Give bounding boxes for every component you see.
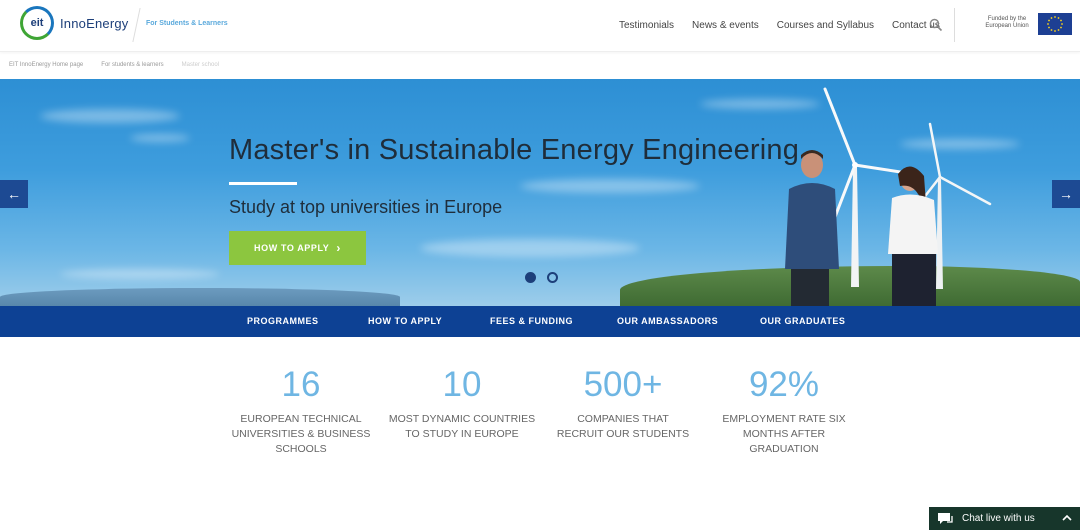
chat-label: Chat live with us (962, 513, 1035, 524)
header-divider (954, 8, 955, 42)
funded-by-eu-text: Funded by the European Union (980, 16, 1034, 30)
carousel-prev-button[interactable]: ← (0, 180, 28, 208)
search-icon[interactable] (929, 18, 943, 32)
cloud-shape (420, 239, 640, 257)
carousel-dot-2[interactable] (547, 272, 558, 283)
cloud-shape (520, 179, 700, 193)
logo-name: InnoEnergy (60, 15, 129, 31)
stat-universities: 16 EUROPEAN TECHNICAL UNIVERSITIES & BUS… (221, 364, 381, 457)
subnav-our-graduates[interactable]: OUR GRADUATES (760, 316, 845, 326)
site-header: eit InnoEnergy For Students & Learners T… (0, 0, 1080, 52)
cloud-shape (700, 99, 820, 109)
distant-hills (0, 288, 400, 306)
subnav-how-to-apply[interactable]: HOW TO APPLY (368, 316, 442, 326)
arrow-right-icon: → (1059, 186, 1073, 202)
logo-mark-text: eit (30, 17, 44, 29)
stat-companies: 500+ COMPANIES THAT RECRUIT OUR STUDENTS (543, 364, 703, 442)
logo-subtitle[interactable]: For Students & Learners (146, 20, 228, 27)
stat-label: COMPANIES THAT RECRUIT OUR STUDENTS (556, 413, 690, 440)
student-man-image (785, 150, 839, 306)
carousel-next-button[interactable]: → (1052, 180, 1080, 208)
arrow-left-icon: ← (7, 186, 21, 202)
breadcrumb-students[interactable]: For students & learners (101, 62, 163, 68)
subnav-fees-funding[interactable]: FEES & FUNDING (490, 316, 573, 326)
carousel-dot-1[interactable] (525, 272, 536, 283)
stat-value: 500+ (583, 365, 663, 404)
nav-testimonials[interactable]: Testimonials (619, 20, 674, 31)
stat-label: EMPLOYMENT RATE SIX MONTHS AFTER GRADUAT… (722, 413, 846, 455)
hero-subtitle: Study at top universities in Europe (229, 197, 503, 217)
logo[interactable]: eit InnoEnergy (20, 6, 129, 40)
breadcrumb: EIT InnoEnergy Home page For students & … (9, 62, 219, 68)
cloud-shape (40, 109, 180, 123)
student-woman-image (888, 166, 938, 306)
stat-employment: 92% EMPLOYMENT RATE SIX MONTHS AFTER GRA… (704, 364, 864, 457)
chevron-right-icon: › (336, 241, 341, 255)
subnav-our-ambassadors[interactable]: OUR AMBASSADORS (617, 316, 718, 326)
subnav-programmes[interactable]: PROGRAMMES (247, 316, 319, 326)
stat-label: EUROPEAN TECHNICAL UNIVERSITIES & BUSINE… (231, 413, 371, 455)
funded-line-1: Funded by the (987, 16, 1027, 22)
cloud-shape (130, 134, 190, 142)
carousel-dots (525, 272, 558, 283)
breadcrumb-current: Master school (181, 62, 220, 68)
eu-flag-icon (1038, 13, 1072, 35)
chevron-up-icon[interactable] (1062, 513, 1072, 523)
stat-value: 10 (442, 365, 482, 404)
chat-bubble-icon (938, 512, 953, 524)
stat-countries: 10 MOST DYNAMIC COUNTRIES TO STUDY IN EU… (382, 364, 542, 442)
hero-title: Master's in Sustainable Energy Engineeri… (229, 134, 800, 166)
nav-courses-syllabus[interactable]: Courses and Syllabus (777, 20, 874, 31)
logo-divider (132, 8, 141, 42)
cloud-shape (60, 269, 220, 279)
breadcrumb-home[interactable]: EIT InnoEnergy Home page (9, 62, 83, 68)
nav-news-events[interactable]: News & events (692, 20, 759, 31)
how-to-apply-button[interactable]: HOW TO APPLY › (229, 231, 366, 265)
stat-value: 92% (748, 365, 820, 404)
funded-line-2: European Union (985, 23, 1029, 29)
chat-widget-button[interactable]: Chat live with us (929, 507, 1080, 530)
section-nav: PROGRAMMES HOW TO APPLY FEES & FUNDING O… (0, 306, 1080, 337)
main-nav: Testimonials News & events Courses and S… (619, 20, 958, 31)
stat-value: 16 (281, 365, 321, 404)
how-to-apply-label: HOW TO APPLY (254, 243, 330, 253)
stat-label: MOST DYNAMIC COUNTRIES TO STUDY IN EUROP… (388, 413, 536, 440)
hero-carousel: Master's in Sustainable Energy Engineeri… (0, 79, 1080, 306)
hero-title-underline (229, 182, 297, 185)
logo-mark-icon: eit (20, 6, 54, 40)
